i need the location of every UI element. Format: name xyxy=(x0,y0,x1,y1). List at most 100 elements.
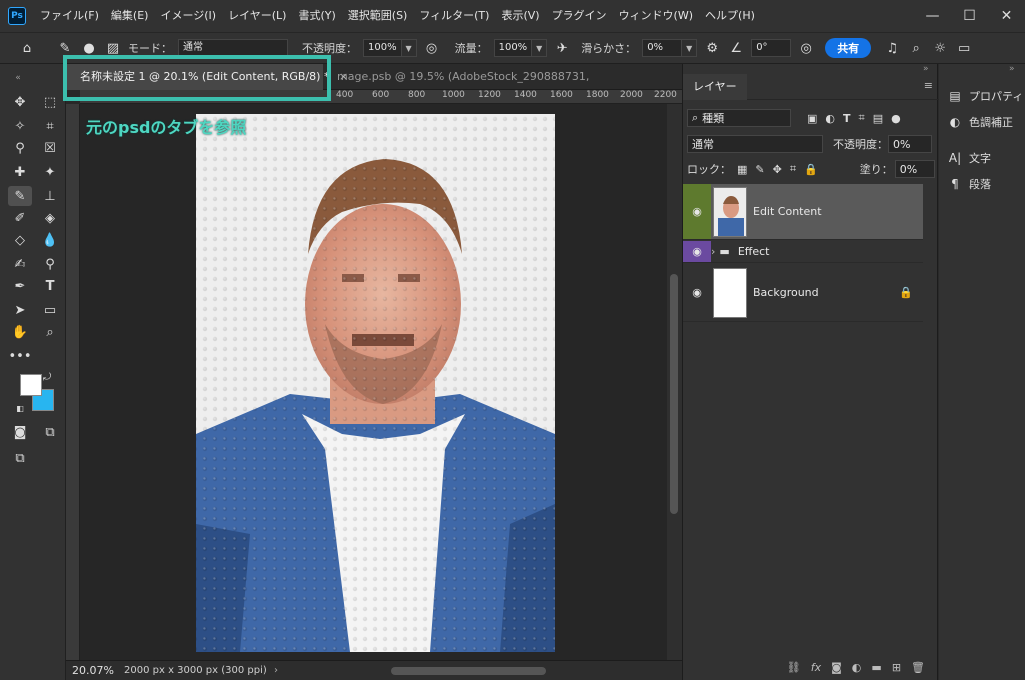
adjustments-panel-button[interactable]: ◐ 色調補正 xyxy=(947,110,1013,134)
eraser-tool-icon[interactable]: ◈ xyxy=(38,208,62,228)
menu-window[interactable]: ウィンドウ(W) xyxy=(613,0,699,32)
opacity-dropdown-icon[interactable]: ▼ xyxy=(400,39,417,57)
share-button[interactable]: 共有 xyxy=(825,38,872,58)
menu-plugins[interactable]: プラグイン xyxy=(546,0,613,32)
new-adjustment-icon[interactable]: ◐ xyxy=(852,661,862,674)
hand-tool-icon[interactable]: ✋ xyxy=(8,322,32,342)
menu-help[interactable]: ヘルプ(H) xyxy=(699,0,761,32)
new-group-icon[interactable]: ▬ xyxy=(871,661,881,674)
new-layer-icon[interactable]: ⊞ xyxy=(892,661,901,674)
menu-filter[interactable]: フィルター(T) xyxy=(413,0,495,32)
eyedropper-tool-icon[interactable]: ⚲ xyxy=(8,138,32,158)
pressure-size-icon[interactable]: ◎ xyxy=(797,41,815,56)
path-select-tool-icon[interactable]: ➤ xyxy=(8,300,32,320)
crop-tool-icon[interactable]: ⌗ xyxy=(38,116,62,136)
layers-tab[interactable]: レイヤー xyxy=(683,74,747,100)
patch-tool-icon[interactable]: ✦ xyxy=(38,162,62,182)
screen-mode-icon[interactable]: ⧉ xyxy=(38,422,62,442)
menu-file[interactable]: ファイル(F) xyxy=(34,0,105,32)
zoom-level[interactable]: 20.07% xyxy=(66,664,124,677)
menu-select[interactable]: 選択範囲(S) xyxy=(342,0,414,32)
move-tool-icon[interactable]: ✥ xyxy=(8,92,32,112)
link-layers-icon[interactable]: ⛓ xyxy=(787,661,801,674)
flow-dropdown-icon[interactable]: ▼ xyxy=(531,39,548,57)
quick-mask-icon[interactable]: ◙ xyxy=(8,422,32,442)
visibility-eye-icon[interactable]: ◉ xyxy=(683,241,711,262)
panel-menu-icon[interactable]: ≡ xyxy=(924,79,933,92)
properties-panel-button[interactable]: ▤ プロパティ xyxy=(947,84,1023,108)
smoothing-input[interactable]: 0% xyxy=(642,39,683,57)
filter-adjustment-icon[interactable]: ◐ xyxy=(825,112,835,125)
opacity-input[interactable]: 100% xyxy=(363,39,402,57)
blur-tool-icon[interactable]: 💧 xyxy=(38,230,62,250)
dodge-tool-icon[interactable]: ✍ xyxy=(8,254,32,274)
angle-input[interactable]: 0° xyxy=(751,39,792,57)
lock-transparent-icon[interactable]: ▦ xyxy=(737,163,747,176)
filter-pixel-icon[interactable]: ▣ xyxy=(807,112,817,125)
menu-image[interactable]: イメージ(I) xyxy=(154,0,222,32)
marquee-tool-icon[interactable]: ⬚ xyxy=(38,92,62,112)
workspace-icon[interactable]: ▭ xyxy=(955,41,973,56)
filter-toggle-icon[interactable]: ● xyxy=(891,112,901,125)
blend-mode-select[interactable]: 通常 xyxy=(687,135,823,153)
horizontal-scrollbar[interactable] xyxy=(291,666,671,676)
lock-image-icon[interactable]: ✎ xyxy=(755,163,764,176)
filter-smart-object-icon[interactable]: ▤ xyxy=(873,112,883,125)
add-mask-icon[interactable]: ◙ xyxy=(831,661,842,674)
default-colors-icon[interactable]: ◧ xyxy=(14,402,26,414)
maximize-icon[interactable]: ☐ xyxy=(951,0,988,32)
pen-tool-icon[interactable]: ✒ xyxy=(8,276,32,296)
bell-icon[interactable]: ♫ xyxy=(883,41,901,56)
vertical-scrollbar[interactable] xyxy=(667,104,682,660)
layer-opacity-input[interactable]: 0% xyxy=(888,135,932,153)
magnify-tool-icon[interactable]: ⚲ xyxy=(38,254,62,274)
filter-shape-icon[interactable]: ⌗ xyxy=(859,111,865,125)
close-icon[interactable]: ✕ xyxy=(988,0,1025,32)
clone-stamp-tool-icon[interactable]: ⊥ xyxy=(38,186,62,206)
history-brush-tool-icon[interactable]: ✐ xyxy=(8,208,32,228)
filter-type-icon[interactable]: T xyxy=(843,112,851,125)
more-tools-icon[interactable]: ••• xyxy=(8,346,32,366)
smoothing-dropdown-icon[interactable]: ▼ xyxy=(681,39,698,57)
lock-artboard-icon[interactable]: ⌗ xyxy=(790,162,796,176)
layer-row[interactable]: ◉ › ▬ Effect xyxy=(683,241,923,263)
fx-icon[interactable]: fx xyxy=(811,661,821,674)
lock-all-icon[interactable]: 🔒 xyxy=(804,163,818,176)
paint-bucket-tool-icon[interactable]: ◇ xyxy=(8,230,32,250)
zoom-tool-icon[interactable]: ⌕ xyxy=(38,322,62,342)
pressure-opacity-icon[interactable]: ◎ xyxy=(423,41,441,56)
menu-view[interactable]: 表示(V) xyxy=(495,0,545,32)
vertical-scrollbar-thumb[interactable] xyxy=(670,274,678,514)
document-tab-active[interactable]: 名称未設定 1 @ 20.1% (Edit Content, RGB/8) * … xyxy=(66,64,348,90)
collapse-toolbar-icon[interactable]: « xyxy=(6,68,30,88)
menu-layer[interactable]: レイヤー(L) xyxy=(222,0,292,32)
type-tool-icon[interactable]: T xyxy=(38,276,62,296)
brush-settings-icon[interactable]: ▨ xyxy=(104,41,122,56)
character-panel-button[interactable]: A| 文字 xyxy=(947,146,991,170)
mode-select[interactable]: 通常 xyxy=(178,39,288,57)
horizontal-scrollbar-thumb[interactable] xyxy=(391,667,546,675)
canvas-viewport[interactable] xyxy=(80,104,667,660)
airbrush-icon[interactable]: ✈ xyxy=(553,41,571,56)
home-icon[interactable]: ⌂ xyxy=(18,41,36,56)
visibility-eye-icon[interactable]: ◉ xyxy=(683,264,711,321)
flow-input[interactable]: 100% xyxy=(493,39,533,57)
expand-group-icon[interactable]: › xyxy=(711,245,715,258)
fill-input[interactable]: 0% xyxy=(894,160,935,178)
menu-type[interactable]: 書式(Y) xyxy=(292,0,341,32)
status-arrow-icon[interactable]: › xyxy=(274,665,278,676)
gear-icon[interactable]: ⚙ xyxy=(703,41,721,56)
visibility-eye-icon[interactable]: ◉ xyxy=(683,184,711,239)
paragraph-panel-button[interactable]: ¶ 段落 xyxy=(947,172,991,196)
layer-filter-select[interactable]: ⌕ 種類 xyxy=(687,109,791,127)
quick-select-tool-icon[interactable]: ✧ xyxy=(8,116,32,136)
content-generate-icon[interactable]: ⧉ xyxy=(8,448,32,468)
swap-colors-icon[interactable]: ⤾ xyxy=(40,370,54,384)
frame-tool-icon[interactable]: ☒ xyxy=(38,138,62,158)
brush-size-icon[interactable]: ● xyxy=(80,41,98,56)
search-icon[interactable]: ⌕ xyxy=(907,41,925,56)
menu-edit[interactable]: 編集(E) xyxy=(105,0,155,32)
discover-icon[interactable]: ☼ xyxy=(931,41,949,56)
lock-position-icon[interactable]: ✥ xyxy=(773,163,782,176)
rectangle-tool-icon[interactable]: ▭ xyxy=(38,300,62,320)
